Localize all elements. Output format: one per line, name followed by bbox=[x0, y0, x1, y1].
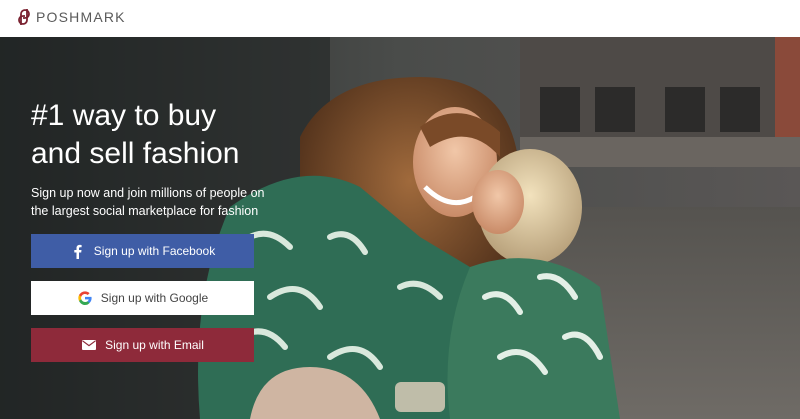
top-navbar: POSHMARK bbox=[0, 0, 800, 37]
email-button-label: Sign up with Email bbox=[105, 338, 204, 352]
signup-email-button[interactable]: Sign up with Email bbox=[31, 328, 254, 362]
subtext-line-2: the largest social marketplace for fashi… bbox=[31, 204, 259, 218]
facebook-icon bbox=[70, 243, 86, 259]
facebook-button-label: Sign up with Facebook bbox=[93, 244, 216, 258]
hero-section: #1 way to buy and sell fashion Sign up n… bbox=[0, 37, 800, 419]
google-button-label: Sign up with Google bbox=[100, 291, 209, 305]
google-icon bbox=[77, 290, 93, 306]
headline-line-1: #1 way to buy bbox=[31, 99, 217, 132]
signup-google-button[interactable]: Sign up with Google bbox=[31, 281, 254, 315]
signup-facebook-button[interactable]: Sign up with Facebook bbox=[31, 234, 254, 268]
poshmark-logo[interactable]: POSHMARK bbox=[16, 8, 126, 26]
brand-name: POSHMARK bbox=[36, 9, 126, 25]
poshmark-logo-icon bbox=[18, 9, 30, 25]
headline-line-2: and sell fashion bbox=[31, 137, 240, 170]
hero-subtext: Sign up now and join millions of people … bbox=[31, 184, 271, 220]
email-icon bbox=[81, 337, 97, 353]
hero-headline: #1 way to buy and sell fashion bbox=[31, 97, 331, 173]
subtext-line-1: Sign up now and join millions of people … bbox=[31, 186, 265, 200]
